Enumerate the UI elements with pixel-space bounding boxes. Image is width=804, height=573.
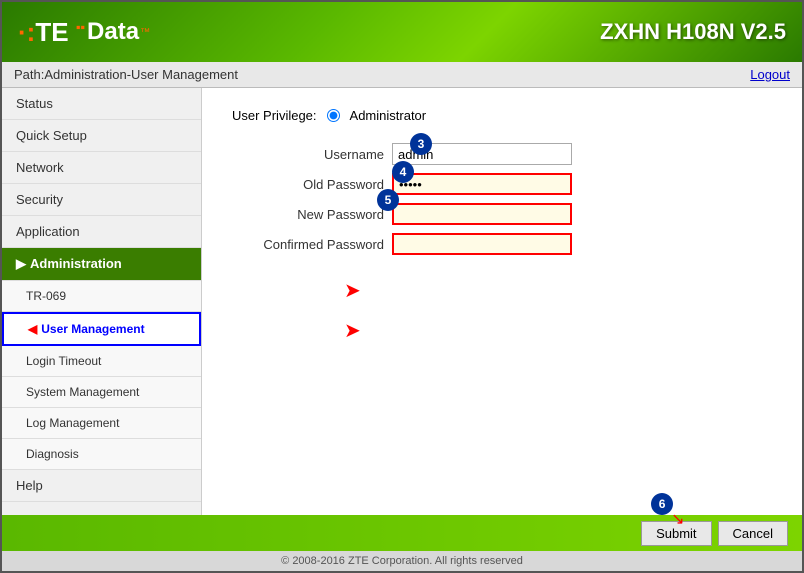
logo-data: Data — [87, 18, 139, 46]
new-password-label: New Password — [232, 207, 392, 222]
new-password-row: New Password — [232, 203, 772, 225]
path-bar: Path:Administration-User Management Logo… — [2, 62, 802, 88]
sidebar-item-help[interactable]: Help — [2, 470, 201, 502]
logout-link[interactable]: Logout — [750, 67, 790, 82]
copyright-bar: © 2008-2016 ZTE Corporation. All rights … — [2, 551, 802, 571]
arrow-icon: ▶ — [16, 256, 26, 272]
username-row: Username — [232, 143, 772, 165]
old-password-label: Old Password — [232, 177, 392, 192]
sidebar-item-login-timeout[interactable]: Login Timeout — [2, 346, 201, 377]
annotation-4: 4 — [392, 161, 414, 183]
user-privilege-label: User Privilege: — [232, 108, 317, 123]
confirmed-password-label: Confirmed Password — [232, 237, 392, 252]
breadcrumb: Path:Administration-User Management — [14, 67, 238, 82]
username-label: Username — [232, 147, 392, 162]
footer-buttons: 6 ↘ Submit Cancel — [641, 521, 788, 546]
sidebar-item-diagnosis[interactable]: Diagnosis — [2, 439, 201, 470]
sidebar: Status Quick Setup Network Security Appl… — [2, 88, 202, 515]
sidebar-item-network[interactable]: Network — [2, 152, 201, 184]
sidebar-item-administration[interactable]: ▶Administration — [2, 248, 201, 281]
sidebar-help: ? Help 👤👤👤 🔍 — [2, 502, 201, 515]
main-layout: Status Quick Setup Network Security Appl… — [2, 88, 802, 515]
header-title: ZXHN H108N V2.5 — [600, 19, 786, 45]
arrow-icon-2: ◀ — [28, 322, 37, 336]
confirmed-password-row: Confirmed Password — [232, 233, 772, 255]
new-password-input[interactable] — [392, 203, 572, 225]
sidebar-item-quick-setup[interactable]: Quick Setup — [2, 120, 201, 152]
old-password-row: Old Password — [232, 173, 772, 195]
arrow-to-user-mgmt: ➤ — [344, 318, 361, 343]
footer: 6 ↘ Submit Cancel — [2, 515, 802, 551]
form-container: 3 4 5 Username Old Password — [232, 143, 772, 255]
annotation-6: 6 — [651, 493, 673, 515]
sidebar-item-system-management[interactable]: System Management — [2, 377, 201, 408]
content-area: User Privilege: Administrator 3 4 5 — [202, 88, 802, 515]
sidebar-item-status[interactable]: Status — [2, 88, 201, 120]
cancel-button[interactable]: Cancel — [718, 521, 788, 546]
annotation-3: 3 — [410, 133, 432, 155]
logo: ·:TE ▪▪ Data ™ — [18, 17, 150, 48]
sidebar-item-security[interactable]: Security — [2, 184, 201, 216]
main-window: ·:TE ▪▪ Data ™ ZXHN H108N V2.5 Path:Admi… — [0, 0, 804, 573]
arrow-to-submit: ↘ — [671, 509, 684, 529]
old-password-input[interactable] — [392, 173, 572, 195]
sidebar-item-user-management[interactable]: ◀User Management — [2, 312, 201, 346]
admin-radio[interactable] — [327, 109, 340, 122]
confirmed-password-input[interactable] — [392, 233, 572, 255]
arrow-to-admin: ➤ — [344, 278, 361, 303]
sidebar-item-tr069[interactable]: TR-069 — [2, 281, 201, 312]
header: ·:TE ▪▪ Data ™ ZXHN H108N V2.5 — [2, 2, 802, 62]
user-privilege-row: User Privilege: Administrator — [232, 108, 772, 123]
sidebar-item-log-management[interactable]: Log Management — [2, 408, 201, 439]
privilege-value: Administrator — [350, 108, 427, 123]
sidebar-item-application[interactable]: Application — [2, 216, 201, 248]
annotation-5: 5 — [377, 189, 399, 211]
